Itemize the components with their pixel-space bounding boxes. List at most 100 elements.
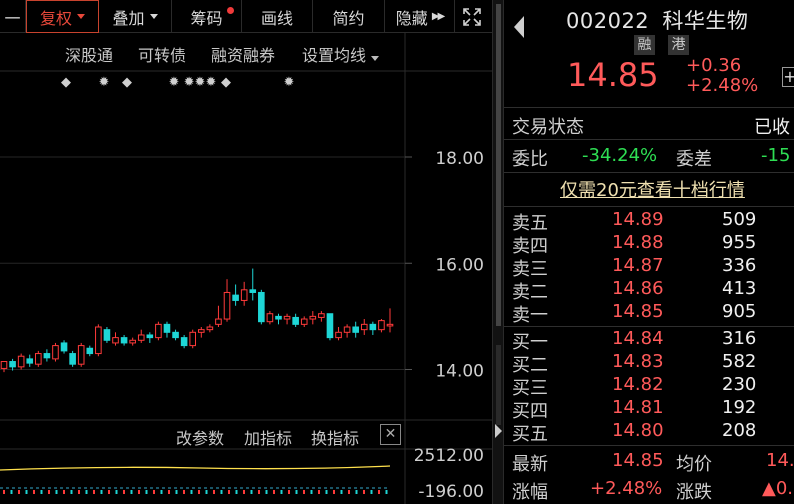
bid-volume: 208	[722, 420, 757, 441]
scroll-track	[496, 345, 501, 425]
ask-row[interactable]: 卖四 14.88 955	[504, 232, 794, 257]
candle-body	[292, 316, 299, 325]
ask-row[interactable]: 卖一 14.85 905	[504, 301, 794, 326]
event-marker-icon: ✹	[284, 75, 295, 90]
candle-body	[318, 313, 325, 318]
bid-price: 14.81	[612, 397, 664, 418]
add-watchlist-button[interactable]: +	[782, 67, 794, 87]
y-tick-label: 14.00	[435, 362, 484, 382]
bid-row[interactable]: 买四 14.81 192	[504, 397, 794, 422]
candle-body	[35, 353, 42, 365]
stock-code: 002022	[566, 9, 650, 33]
bid-price: 14.80	[612, 420, 664, 441]
divider	[504, 206, 794, 207]
candle-body	[326, 313, 334, 339]
level2-promo-link[interactable]: 仅需20元查看十档行情	[560, 176, 745, 202]
stock-name: 科华生物	[662, 9, 749, 33]
latest-label: 最新	[512, 454, 548, 475]
candle-body	[258, 291, 265, 323]
candle-body	[180, 337, 188, 347]
ask-price: 14.88	[612, 232, 664, 253]
candle-body	[343, 326, 351, 333]
bid-volume: 230	[722, 374, 757, 395]
switch-indicator-button[interactable]: 换指标	[311, 425, 359, 449]
price-change: +0.36 +2.48%	[686, 56, 758, 96]
hide-label: 隐藏	[395, 8, 428, 28]
ask-volume: 509	[722, 209, 757, 230]
last-price: 14.85	[567, 56, 659, 94]
expand-icon	[463, 7, 481, 26]
ask-price: 14.86	[612, 278, 664, 299]
simple-mode-label: 简约	[332, 8, 365, 28]
candle-body	[112, 337, 119, 344]
chart-toolbar: 一 复权 叠加 筹码 画线 简约 隐藏 ▶▶	[0, 0, 492, 33]
trade-status-label: 交易状态	[512, 117, 584, 138]
candle-body	[103, 329, 111, 341]
bid-row[interactable]: 买三 14.82 230	[504, 374, 794, 399]
ask-row[interactable]: 卖二 14.86 413	[504, 278, 794, 303]
panel-splitter[interactable]	[492, 0, 504, 504]
ask-volume: 336	[722, 255, 757, 276]
latest-value: 14.85	[612, 450, 664, 471]
quote-panel: 002022 科华生物 融 港 14.85 +0.36 +2.48% + 交易状…	[504, 0, 794, 504]
hide-button[interactable]: 隐藏 ▶▶	[385, 0, 455, 33]
draw-line-button[interactable]: 画线	[242, 0, 313, 33]
simple-mode-button[interactable]: 简约	[313, 0, 385, 33]
divider	[504, 445, 794, 446]
candle-body	[335, 331, 342, 339]
ma-settings-label: 设置均线	[302, 46, 367, 65]
pct-change-label: 涨幅	[512, 482, 548, 503]
ma-settings-dropdown[interactable]: 设置均线	[302, 42, 380, 66]
scroll-handle[interactable]	[496, 4, 501, 326]
chips-button[interactable]: 筹码	[172, 0, 242, 33]
indicator-line	[0, 465, 391, 471]
collapse-arrow-icon[interactable]	[495, 424, 502, 438]
chevron-down-icon	[371, 56, 380, 61]
back-arrow-icon[interactable]	[514, 16, 524, 38]
chips-label: 筹码	[190, 8, 223, 28]
fullscreen-button[interactable]	[455, 0, 489, 33]
event-marker-icon: ◆	[61, 75, 71, 90]
trade-status-value: 已收	[754, 117, 790, 138]
bid-row[interactable]: 买五 14.80 208	[504, 420, 794, 445]
margin-trading-link[interactable]: 融资融券	[211, 42, 275, 66]
bid-row[interactable]: 买二 14.83 582	[504, 351, 794, 376]
double-arrow-right-icon: ▶▶	[431, 11, 445, 22]
candle-body	[155, 323, 162, 339]
convertible-bond-link[interactable]: 可转债	[138, 42, 186, 66]
ask-price: 14.87	[612, 255, 664, 276]
bid-price: 14.84	[612, 328, 664, 349]
y-tick-label: 18.00	[435, 149, 484, 169]
candle-body	[249, 289, 257, 293]
candle-body	[26, 358, 34, 364]
ask-row[interactable]: 卖三 14.87 336	[504, 255, 794, 280]
candle-body	[163, 323, 171, 333]
change-value: +0.36	[686, 55, 742, 76]
bid-row[interactable]: 买一 14.84 316	[504, 328, 794, 353]
ask-row[interactable]: 卖五 14.89 509	[504, 209, 794, 234]
change-percent: +2.48%	[686, 75, 759, 96]
indicator-bar: 改参数 加指标 换指标 ✕	[0, 421, 405, 449]
close-icon[interactable]: ✕	[380, 424, 401, 445]
candle-body	[266, 313, 274, 323]
candle-body	[206, 326, 214, 331]
shenguton-link[interactable]: 深股通	[65, 42, 113, 66]
event-marker-icon: ✹	[169, 75, 180, 90]
stock-title: 002022 科华生物	[566, 5, 748, 35]
candle-body	[129, 339, 136, 344]
divider	[504, 172, 794, 173]
candle-body	[17, 355, 25, 368]
edit-params-button[interactable]: 改参数	[176, 425, 224, 449]
candle-body	[223, 291, 231, 320]
event-marker-icon: ✹✹✹	[184, 75, 217, 90]
overlay-dropdown[interactable]: 叠加	[99, 0, 172, 33]
candle-body	[60, 342, 68, 352]
period-button[interactable]: 一	[0, 0, 26, 33]
candle-body	[77, 345, 85, 365]
avg-price-label: 均价	[676, 454, 712, 475]
event-marker-icon: ✹	[99, 75, 110, 90]
candle-body	[137, 334, 145, 341]
add-indicator-button[interactable]: 加指标	[244, 425, 292, 449]
fuquan-dropdown[interactable]: 复权	[26, 0, 99, 33]
candle-body	[309, 315, 317, 320]
